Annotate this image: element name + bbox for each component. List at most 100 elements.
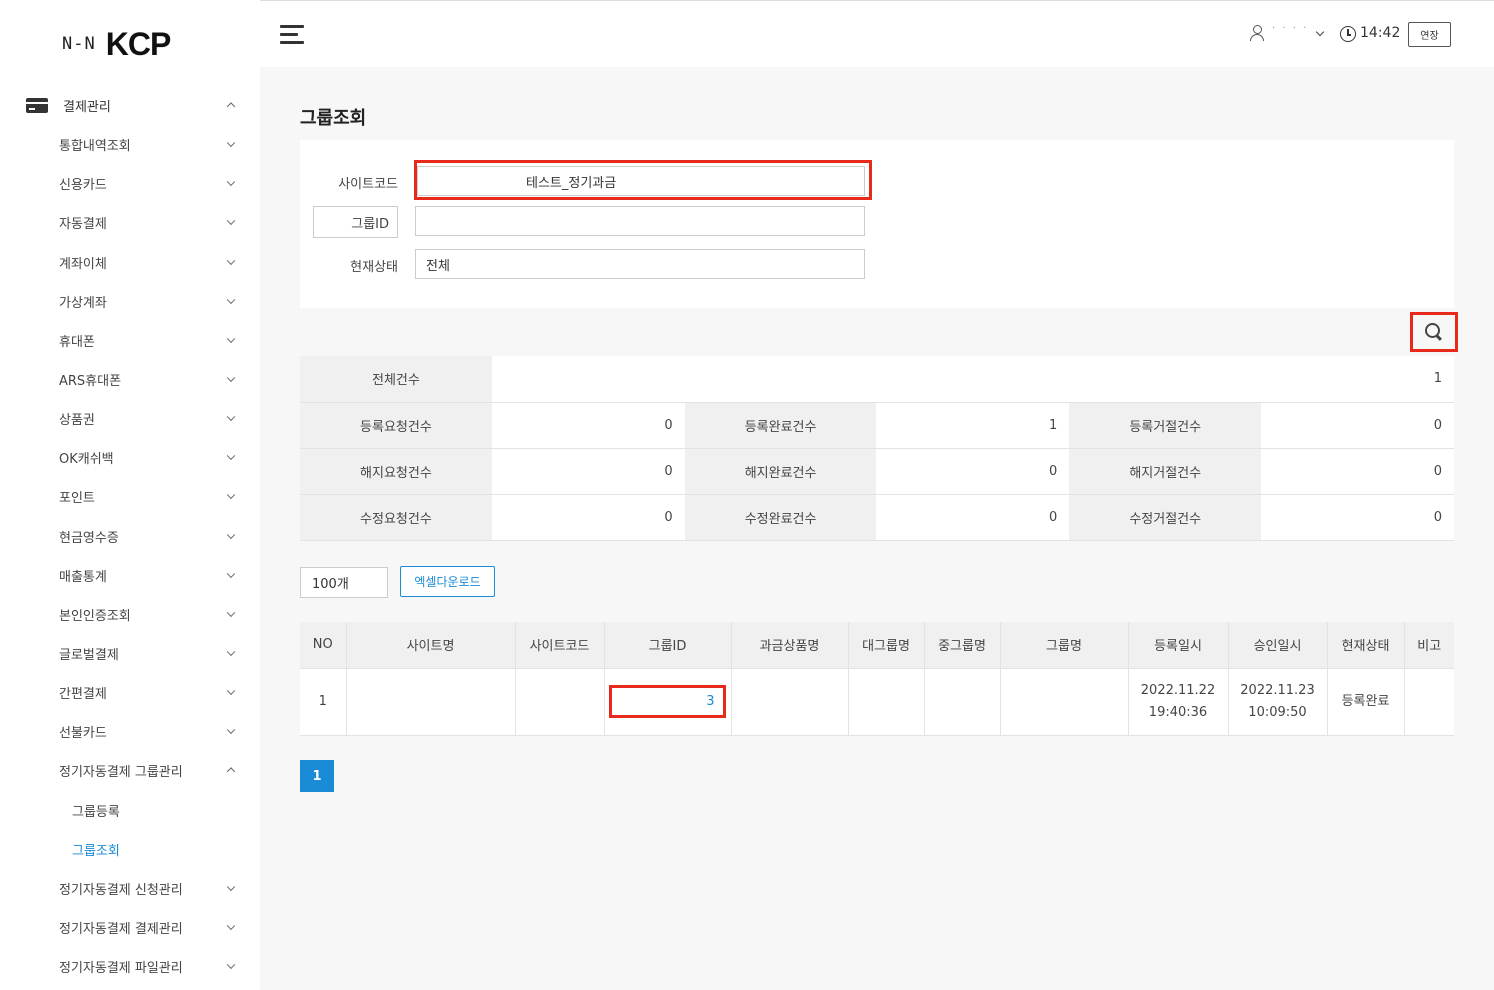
table-row[interactable]: 1 3 2022.11.22 19:40:36 2022.11.23 10:09… [300,668,1454,736]
column-header: 비고 [1404,622,1454,669]
chevron-down-icon [226,295,236,305]
sidebar-item-label: 매출통계 [59,569,107,585]
summary-value: 0 [491,448,685,495]
chevron-down-icon [226,334,236,344]
sidebar-item-account-transfer[interactable]: 계좌이체 [59,249,240,275]
sidebar-item-global-payment[interactable]: 글로벌결제 [59,640,240,666]
sidebar-item-ok-cashbag[interactable]: OK캐쉬백 [59,444,240,470]
summary-label: 등록완료건수 [684,402,877,449]
sidebar-item-mobile[interactable]: 휴대폰 [59,327,240,353]
summary-value: 0 [876,494,1070,541]
page-title: 그룹조회 [300,108,367,129]
column-header: 사이트코드 [515,622,605,669]
summary-label: 전체건수 [300,356,492,403]
cell-note [1404,668,1454,736]
sidebar-item-recurring-payment[interactable]: 정기자동결제 결제관리 [59,914,240,940]
sidebar-item-label: 휴대폰 [59,334,95,350]
sidebar-item-identity-verification[interactable]: 본인인증조회 [59,601,240,627]
summary-table: 전체건수 1 등록요청건수 0 등록완료건수 1 등록거절건수 0 해지요청건수… [300,356,1454,541]
cell-mid-group [924,668,1001,736]
cell-product [731,668,849,736]
cell-site-name [346,668,516,736]
sidebar: N-N KCP 결제관리 통합내역조회 신용카드 자동결제 계좌이체 가상계좌 … [0,0,260,990]
sidebar-item-label: 신용카드 [59,177,107,193]
chevron-down-icon [226,412,236,422]
sidebar-subitem-label: 그룹등록 [72,804,120,820]
sidebar-item-easy-payment[interactable]: 간편결제 [59,679,240,705]
logo-nhn-text: N-N [62,34,96,54]
column-header: 그룹명 [1000,622,1129,669]
top-header: · · · · 14:42 연장 [260,0,1494,67]
sidebar-item-auto-payment[interactable]: 자동결제 [59,209,240,235]
summary-row-total: 전체건수 1 [300,356,1454,403]
sidebar-item-prepaid-card[interactable]: 선불카드 [59,718,240,744]
chevron-down-icon [226,256,236,266]
column-header: 중그룹명 [924,622,1001,669]
nhn-kcp-logo[interactable]: N-N KCP [62,25,172,62]
sidebar-item-label: 정기자동결제 그룹관리 [59,764,183,780]
sidebar-item-point[interactable]: 포인트 [59,483,240,509]
user-name[interactable]: · · · · [1272,23,1308,34]
summary-value: 0 [1261,402,1454,449]
sidebar-item-gift-card[interactable]: 상품권 [59,405,240,431]
sidebar-item-payment-management[interactable]: 결제관리 [26,92,240,118]
sidebar-item-ars-mobile[interactable]: ARS휴대폰 [59,366,240,392]
sidebar-subitem-group-search[interactable]: 그룹조회 [72,836,232,862]
sidebar-item-label: 정기자동결제 신청관리 [59,882,183,898]
sidebar-item-sales-stats[interactable]: 매출통계 [59,562,240,588]
sidebar-item-label: OK캐쉬백 [59,451,114,467]
summary-value: 0 [876,448,1070,495]
summary-label: 등록거절건수 [1069,402,1262,449]
status-select[interactable]: 전체 [415,249,865,279]
summary-value: 0 [491,402,685,449]
summary-value: 0 [1261,448,1454,495]
chevron-down-icon [226,725,236,735]
chevron-down-icon[interactable] [1315,27,1325,37]
pagination-current-page[interactable]: 1 [300,760,334,792]
sidebar-item-recurring-group-management[interactable]: 정기자동결제 그룹관리 [59,757,240,783]
group-id-input[interactable] [415,206,865,236]
summary-row: 수정요청건수 0 수정완료건수 0 수정거절건수 0 [300,494,1454,541]
cell-site-code [515,668,605,736]
summary-value: 0 [491,494,685,541]
cell-status: 등록완료 [1327,668,1405,736]
clock-icon [1340,26,1356,42]
site-code-label: 사이트코드 [338,177,398,192]
chevron-down-icon [226,490,236,500]
sidebar-item-label: 통합내역조회 [59,138,131,154]
cell-large-group [848,668,925,736]
sidebar-item-label: 가상계좌 [59,295,107,311]
search-icon [1425,323,1443,341]
sidebar-item-credit-card[interactable]: 신용카드 [59,170,240,196]
sidebar-item-label: 정기자동결제 파일관리 [59,960,183,976]
reg-time: 19:40:36 [1148,704,1208,720]
sidebar-item-label: 본인인증조회 [59,608,131,624]
search-button[interactable] [1410,312,1458,352]
group-id-label: 그룹ID [313,206,398,238]
session-timer: 14:42 [1360,25,1401,41]
sidebar-item-cash-receipt[interactable]: 현금영수증 [59,523,240,549]
logo-kcp-text: KCP [105,25,172,62]
status-label: 현재상태 [350,260,398,275]
column-header: 그룹ID [604,622,732,669]
page-size-select[interactable]: 100개 [300,567,388,598]
cell-reg-datetime: 2022.11.22 19:40:36 [1128,668,1229,736]
sidebar-item-label: 정기자동결제 결제관리 [59,921,183,937]
summary-value: 1 [491,356,1454,403]
user-icon[interactable] [1250,25,1264,41]
sidebar-subitem-group-register[interactable]: 그룹등록 [72,797,232,823]
excel-download-button[interactable]: 엑셀다운로드 [400,566,495,597]
session-extend-button[interactable]: 연장 [1408,22,1451,47]
sidebar-item-virtual-account[interactable]: 가상계좌 [59,288,240,314]
chevron-down-icon [226,530,236,540]
sidebar-item-integrated-history[interactable]: 통합내역조회 [59,131,240,157]
summary-value: 0 [1261,494,1454,541]
chevron-up-icon [226,767,236,776]
hamburger-menu-icon[interactable] [280,25,304,45]
sidebar-item-recurring-application[interactable]: 정기자동결제 신청관리 [59,875,240,901]
summary-label: 수정완료건수 [684,494,877,541]
chevron-down-icon [226,608,236,618]
summary-row: 등록요청건수 0 등록완료건수 1 등록거절건수 0 [300,402,1454,449]
sidebar-item-recurring-file[interactable]: 정기자동결제 파일관리 [59,953,240,979]
summary-label: 수정요청건수 [300,494,492,541]
